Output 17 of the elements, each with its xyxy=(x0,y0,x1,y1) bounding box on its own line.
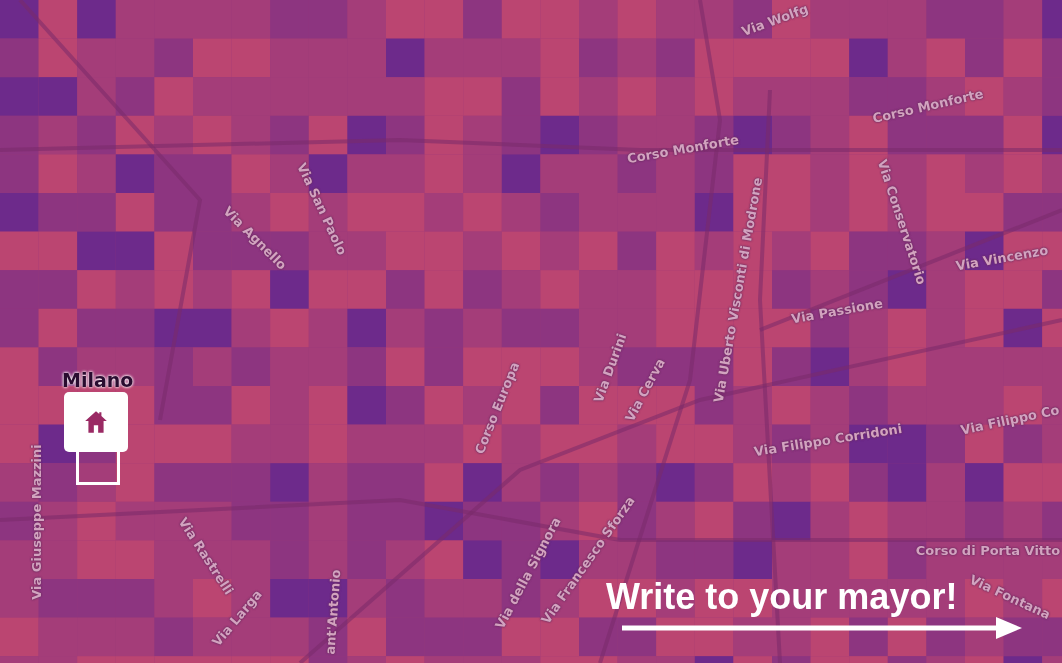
street-label: ant'Antonio xyxy=(322,568,344,656)
street-label: Via Passione xyxy=(790,295,884,327)
street-label: Via Wolfg xyxy=(739,1,811,39)
marker-outline xyxy=(76,452,120,485)
street-label: Via San Paolo xyxy=(294,160,350,258)
marker-label: Milano xyxy=(62,369,134,391)
call-to-action-text: Write to your mayor! xyxy=(606,576,958,618)
street-label: Via Filippo Corridoni xyxy=(752,420,904,460)
street-label: Via Uberto Visconti di Modrone xyxy=(710,176,766,404)
street-label: Via Vincenzo xyxy=(954,242,1050,274)
street-label: Corso Monforte xyxy=(625,131,741,167)
map-marker[interactable] xyxy=(64,392,128,452)
street-label: Corso Monforte xyxy=(871,85,985,127)
house-icon xyxy=(83,409,109,435)
street-label: Via Giuseppe Mazzini xyxy=(28,444,44,600)
street-label: Via Filippo Co xyxy=(959,402,1061,438)
street-label: Corso di Porta Vitto xyxy=(915,542,1061,558)
